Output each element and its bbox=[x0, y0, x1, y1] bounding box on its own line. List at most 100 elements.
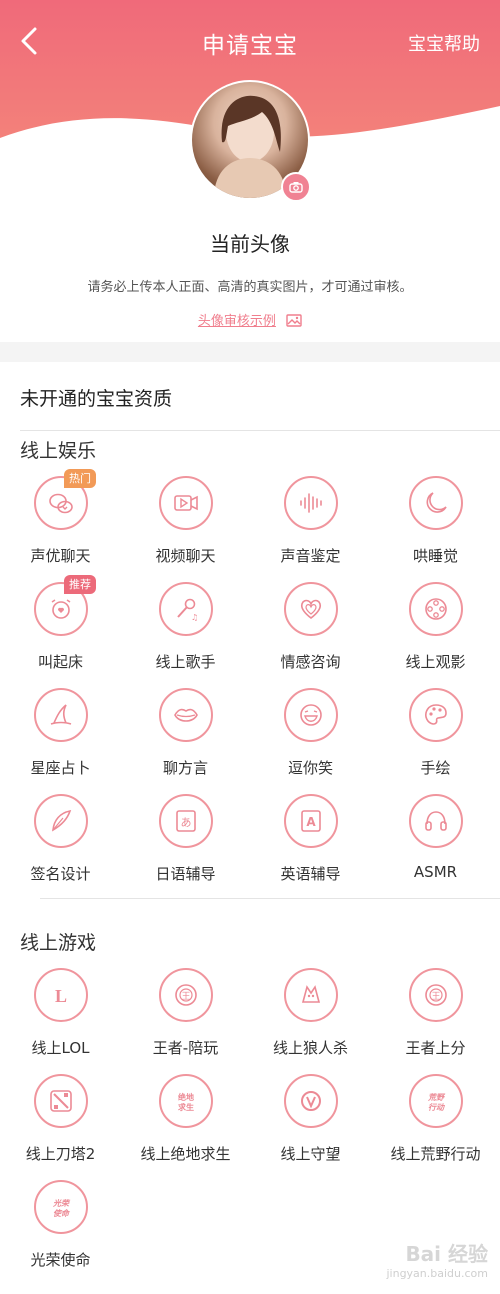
svg-text:A: A bbox=[306, 815, 316, 829]
current-avatar-label: 当前头像 bbox=[210, 232, 290, 256]
qualification-label: 线上守望 bbox=[280, 1145, 341, 1163]
video-play-icon bbox=[159, 476, 213, 530]
headphones-icon bbox=[409, 794, 463, 848]
qualification-item[interactable]: あ日语辅导 bbox=[125, 794, 250, 900]
qualification-item[interactable]: 星座占卜 bbox=[0, 688, 125, 794]
divider bbox=[20, 430, 500, 431]
qualification-label: 签名设计 bbox=[30, 865, 91, 883]
item-tag-badge: 推荐 bbox=[64, 575, 96, 594]
qualification-label: 哄睡觉 bbox=[412, 547, 458, 565]
lips-icon bbox=[159, 688, 213, 742]
qualification-label: 线上观影 bbox=[405, 653, 466, 671]
qualification-label: 光荣使命 bbox=[30, 1251, 91, 1269]
watermark-url: jingyan.baidu.com bbox=[386, 1267, 488, 1280]
qualification-label: 线上刀塔2 bbox=[25, 1145, 96, 1163]
dota2-logo-icon bbox=[34, 1074, 88, 1128]
pubg-logo-icon: 绝地 求生 bbox=[159, 1074, 213, 1128]
sound-wave-icon bbox=[284, 476, 338, 530]
knives-out-logo-icon: 荒野 行动 bbox=[409, 1074, 463, 1128]
glorious-mission-logo-icon: 光荣 使命 bbox=[34, 1180, 88, 1234]
svg-text:光荣: 光荣 bbox=[52, 1199, 71, 1208]
qualification-label: 线上狼人杀 bbox=[272, 1039, 348, 1057]
qualification-item[interactable]: ASMR bbox=[375, 794, 500, 900]
svg-text:王: 王 bbox=[431, 991, 440, 1002]
qualification-item[interactable]: 线上刀塔2 bbox=[0, 1074, 125, 1180]
qualification-item[interactable]: 王王者-陪玩 bbox=[125, 968, 250, 1074]
qualification-label: 声优聊天 bbox=[30, 547, 91, 565]
qualification-item[interactable]: 手绘 bbox=[375, 688, 500, 794]
qualification-label: 线上歌手 bbox=[155, 653, 216, 671]
qualification-item[interactable]: ♫ 线上歌手 bbox=[125, 582, 250, 688]
lol-logo-icon: L bbox=[34, 968, 88, 1022]
qualification-label: 叫起床 bbox=[37, 653, 83, 671]
palette-icon bbox=[409, 688, 463, 742]
svg-text:王: 王 bbox=[181, 991, 190, 1002]
item-tag-badge: 热门 bbox=[64, 469, 96, 488]
werewolf-icon bbox=[284, 968, 338, 1022]
avatar-example-label: 头像审核示例 bbox=[197, 314, 276, 329]
microphone-icon: ♫ bbox=[159, 582, 213, 636]
qualification-item[interactable]: 聊方言 bbox=[125, 688, 250, 794]
qualification-label: 手绘 bbox=[420, 759, 451, 777]
qualification-item[interactable]: 推荐叫起床 bbox=[0, 575, 125, 688]
qualification-label: 逗你笑 bbox=[287, 759, 333, 777]
qualification-item[interactable]: 热门声优聊天 bbox=[0, 469, 125, 582]
qualification-item[interactable]: 线上狼人杀 bbox=[250, 968, 375, 1074]
qualification-item[interactable]: 情感咨询 bbox=[250, 582, 375, 688]
watermark-logo: Bai 经验 bbox=[405, 1242, 488, 1266]
feather-pen-icon bbox=[34, 794, 88, 848]
witch-hat-icon bbox=[34, 688, 88, 742]
entertainment-category-title: 线上娱乐 bbox=[20, 440, 97, 462]
qualification-item[interactable]: L 线上LOL bbox=[0, 968, 125, 1074]
svg-text:♫: ♫ bbox=[191, 613, 198, 622]
qualification-label: 线上LOL bbox=[31, 1039, 90, 1057]
laugh-face-icon bbox=[284, 688, 338, 742]
upload-notice: 请务必上传本人正面、高清的真实图片，才可通过审核。 bbox=[87, 280, 413, 295]
qualification-label: ASMR bbox=[413, 863, 458, 881]
honor-of-kings-rank-icon: 王 bbox=[409, 968, 463, 1022]
qualification-label: 英语辅导 bbox=[280, 865, 341, 883]
qualification-item[interactable]: 王王者上分 bbox=[375, 968, 500, 1074]
overwatch-logo-icon bbox=[284, 1074, 338, 1128]
qualification-item[interactable]: 绝地 求生 线上绝地求生 bbox=[125, 1074, 250, 1180]
qualification-label: 王者上分 bbox=[405, 1039, 466, 1057]
camera-button[interactable] bbox=[281, 172, 311, 202]
qualification-item[interactable]: 光荣 使命 光荣使命 bbox=[0, 1180, 125, 1286]
qualification-label: 日语辅导 bbox=[155, 865, 216, 883]
qualification-item[interactable]: 逗你笑 bbox=[250, 688, 375, 794]
qualification-label: 王者-陪玩 bbox=[152, 1039, 219, 1057]
qualification-label: 视频聊天 bbox=[155, 547, 216, 565]
qualification-item[interactable]: 哄睡觉 bbox=[375, 476, 500, 582]
games-category-title: 线上游戏 bbox=[20, 932, 97, 954]
moon-icon bbox=[409, 476, 463, 530]
heart-icon bbox=[284, 582, 338, 636]
divider bbox=[40, 898, 500, 899]
image-icon bbox=[286, 314, 302, 327]
svg-text:荒野: 荒野 bbox=[427, 1093, 446, 1102]
avatar-example-link[interactable]: 头像审核示例 bbox=[0, 310, 500, 329]
english-book-icon: A bbox=[284, 794, 338, 848]
watermark: Bai 经验 jingyan.baidu.com bbox=[386, 1238, 488, 1280]
help-button[interactable]: 宝宝帮助 bbox=[408, 30, 480, 56]
svg-text:使命: 使命 bbox=[53, 1208, 71, 1218]
qualification-label: 情感咨询 bbox=[280, 653, 341, 671]
svg-text:行动: 行动 bbox=[428, 1103, 445, 1112]
qualification-item[interactable]: A 英语辅导 bbox=[250, 794, 375, 900]
qualification-item[interactable]: 荒野 行动线上荒野行动 bbox=[375, 1074, 500, 1180]
svg-text:L: L bbox=[55, 986, 67, 1006]
qualification-item[interactable]: 声音鉴定 bbox=[250, 476, 375, 582]
svg-text:あ: あ bbox=[181, 816, 192, 829]
camera-icon bbox=[289, 182, 303, 193]
qualification-label: 声音鉴定 bbox=[280, 547, 341, 565]
svg-text:求生: 求生 bbox=[178, 1102, 194, 1112]
japanese-book-icon: あ bbox=[159, 794, 213, 848]
qualification-label: 线上荒野行动 bbox=[390, 1145, 481, 1163]
qualification-item[interactable]: 线上观影 bbox=[375, 582, 500, 688]
qualification-item[interactable]: 视频聊天 bbox=[125, 476, 250, 582]
film-reel-icon bbox=[409, 582, 463, 636]
qualification-item[interactable]: 线上守望 bbox=[250, 1074, 375, 1180]
svg-text:绝地: 绝地 bbox=[178, 1092, 194, 1102]
section-separator bbox=[0, 342, 500, 362]
qualification-item[interactable]: 签名设计 bbox=[0, 794, 125, 900]
qualification-label: 星座占卜 bbox=[30, 759, 91, 777]
